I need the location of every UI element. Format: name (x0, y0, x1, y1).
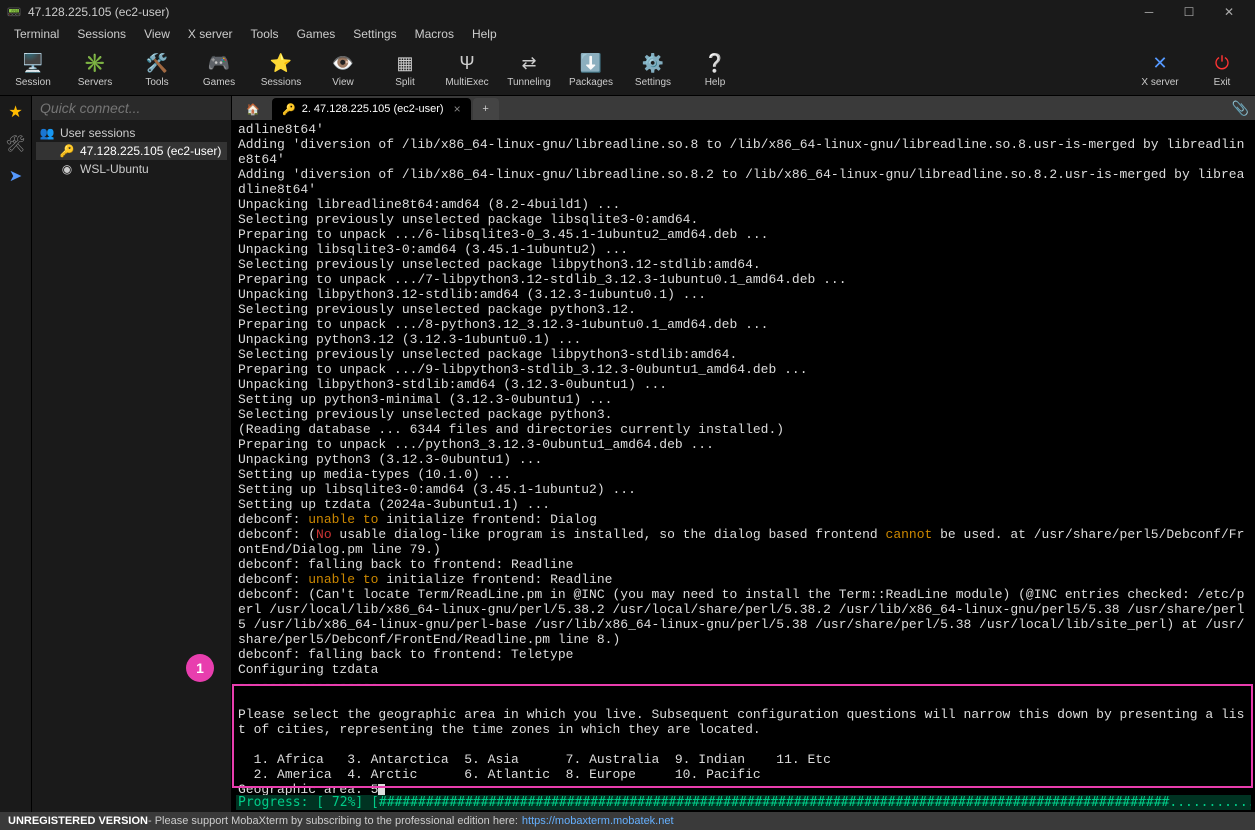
home-icon: 🏠 (246, 103, 260, 116)
session-icon: 🖥️ (21, 51, 45, 75)
annotation-badge-1: 1 (186, 654, 214, 682)
toolbar-split[interactable]: ▦Split (380, 51, 430, 88)
folder-icon: 👥 (40, 126, 54, 140)
status-text: - Please support MobaXterm by subscribin… (148, 815, 518, 827)
menu-help[interactable]: Help (464, 25, 505, 43)
plus-icon: + (482, 103, 488, 115)
statusbar: UNREGISTERED VERSION - Please support Mo… (0, 812, 1255, 830)
x-server-icon: ✕ (1148, 51, 1172, 75)
tab-label: 2. 47.128.225.105 (ec2-user) (302, 103, 444, 115)
exit-icon: ⏻ (1210, 51, 1234, 75)
tabbar: 🏠 🔑 2. 47.128.225.105 (ec2-user) × + 📎 (232, 96, 1255, 120)
left-iconbar: ★ 🛠 ➤ (0, 96, 32, 812)
main-area: ★ 🛠 ➤ 👥 User sessions 🔑 47.128.225.105 (e… (0, 96, 1255, 812)
session-icon: ◉ (60, 162, 74, 176)
maximize-button[interactable]: ☐ (1169, 0, 1209, 24)
toolbar-x-server[interactable]: ✕X server (1135, 51, 1185, 88)
menu-games[interactable]: Games (289, 25, 344, 43)
view-icon: 👁️ (331, 51, 355, 75)
session-label: WSL-Ubuntu (80, 162, 149, 176)
app-icon: 📟 (6, 4, 22, 20)
window-controls: ─ ☐ ✕ (1129, 0, 1249, 24)
menu-sessions[interactable]: Sessions (69, 25, 134, 43)
progress-bar: Progress: [ 72%] [######################… (236, 795, 1251, 810)
session-tree: 👥 User sessions 🔑 47.128.225.105 (ec2-use… (32, 120, 231, 182)
quick-connect-input[interactable] (32, 96, 231, 120)
content-area: 🏠 🔑 2. 47.128.225.105 (ec2-user) × + 📎 a… (232, 96, 1255, 812)
close-button[interactable]: ✕ (1209, 0, 1249, 24)
session-label: 47.128.225.105 (ec2-user) (80, 144, 221, 158)
toolbar-multiexec[interactable]: ΨMultiExec (442, 51, 492, 88)
home-tab[interactable]: 🏠 (236, 98, 270, 120)
toolbar-settings[interactable]: ⚙️Settings (628, 51, 678, 88)
packages-icon: ⬇️ (579, 51, 603, 75)
toolbar-session[interactable]: 🖥️Session (8, 51, 58, 88)
menu-settings[interactable]: Settings (345, 25, 404, 43)
menu-tools[interactable]: Tools (243, 25, 287, 43)
annotation-highlight-1 (232, 684, 1253, 788)
sidebar-root-label: User sessions (60, 126, 135, 140)
tools-icon: 🛠️ (145, 51, 169, 75)
menu-view[interactable]: View (136, 25, 178, 43)
favorites-icon[interactable]: ★ (4, 100, 28, 124)
active-session-tab[interactable]: 🔑 2. 47.128.225.105 (ec2-user) × (272, 98, 471, 120)
toolbar-packages[interactable]: ⬇️Packages (566, 51, 616, 88)
sidebar-session-1[interactable]: ◉ WSL-Ubuntu (36, 160, 227, 178)
send-icon[interactable]: ➤ (4, 164, 28, 188)
servers-icon: ✳️ (83, 51, 107, 75)
sidebar-root-user-sessions[interactable]: 👥 User sessions (36, 124, 227, 142)
new-tab-button[interactable]: + (473, 98, 499, 120)
multiexec-icon: Ψ (455, 51, 479, 75)
terminal-output[interactable]: adline8t64' Adding 'diversion of /lib/x8… (232, 120, 1255, 812)
session-icon: 🔑 (60, 144, 74, 158)
key-icon: 🔑 (282, 103, 296, 116)
window-titlebar: 📟 47.128.225.105 (ec2-user) ─ ☐ ✕ (0, 0, 1255, 24)
menu-x-server[interactable]: X server (180, 25, 241, 43)
split-icon: ▦ (393, 51, 417, 75)
toolbar-sessions[interactable]: ⭐Sessions (256, 51, 306, 88)
menu-terminal[interactable]: Terminal (6, 25, 67, 43)
pin-icon[interactable]: 📎 (1232, 100, 1249, 117)
toolbar-exit[interactable]: ⏻Exit (1197, 51, 1247, 88)
toolbar-tools[interactable]: 🛠️Tools (132, 51, 182, 88)
menu-macros[interactable]: Macros (407, 25, 462, 43)
status-link[interactable]: https://mobaxterm.mobatek.net (522, 815, 674, 827)
status-unregistered: UNREGISTERED VERSION (8, 815, 148, 827)
settings-icon: ⚙️ (641, 51, 665, 75)
menubar: TerminalSessionsViewX serverToolsGamesSe… (0, 24, 1255, 44)
minimize-button[interactable]: ─ (1129, 0, 1169, 24)
window-title: 47.128.225.105 (ec2-user) (28, 5, 1129, 19)
toolbar-servers[interactable]: ✳️Servers (70, 51, 120, 88)
tunneling-icon: ⇄ (517, 51, 541, 75)
sidebar: 👥 User sessions 🔑 47.128.225.105 (ec2-use… (32, 96, 232, 812)
toolbar-view[interactable]: 👁️View (318, 51, 368, 88)
toolbar-tunneling[interactable]: ⇄Tunneling (504, 51, 554, 88)
toolbar-help[interactable]: ❔Help (690, 51, 740, 88)
tools-sidebar-icon[interactable]: 🛠 (4, 132, 28, 156)
sessions-icon: ⭐ (269, 51, 293, 75)
sidebar-session-0[interactable]: 🔑 47.128.225.105 (ec2-user) (36, 142, 227, 160)
games-icon: 🎮 (207, 51, 231, 75)
main-toolbar: 🖥️Session ✳️Servers 🛠️Tools 🎮Games ⭐Sessions… (0, 44, 1255, 96)
toolbar-games[interactable]: 🎮Games (194, 51, 244, 88)
close-tab-icon[interactable]: × (454, 102, 461, 116)
help-icon: ❔ (703, 51, 727, 75)
